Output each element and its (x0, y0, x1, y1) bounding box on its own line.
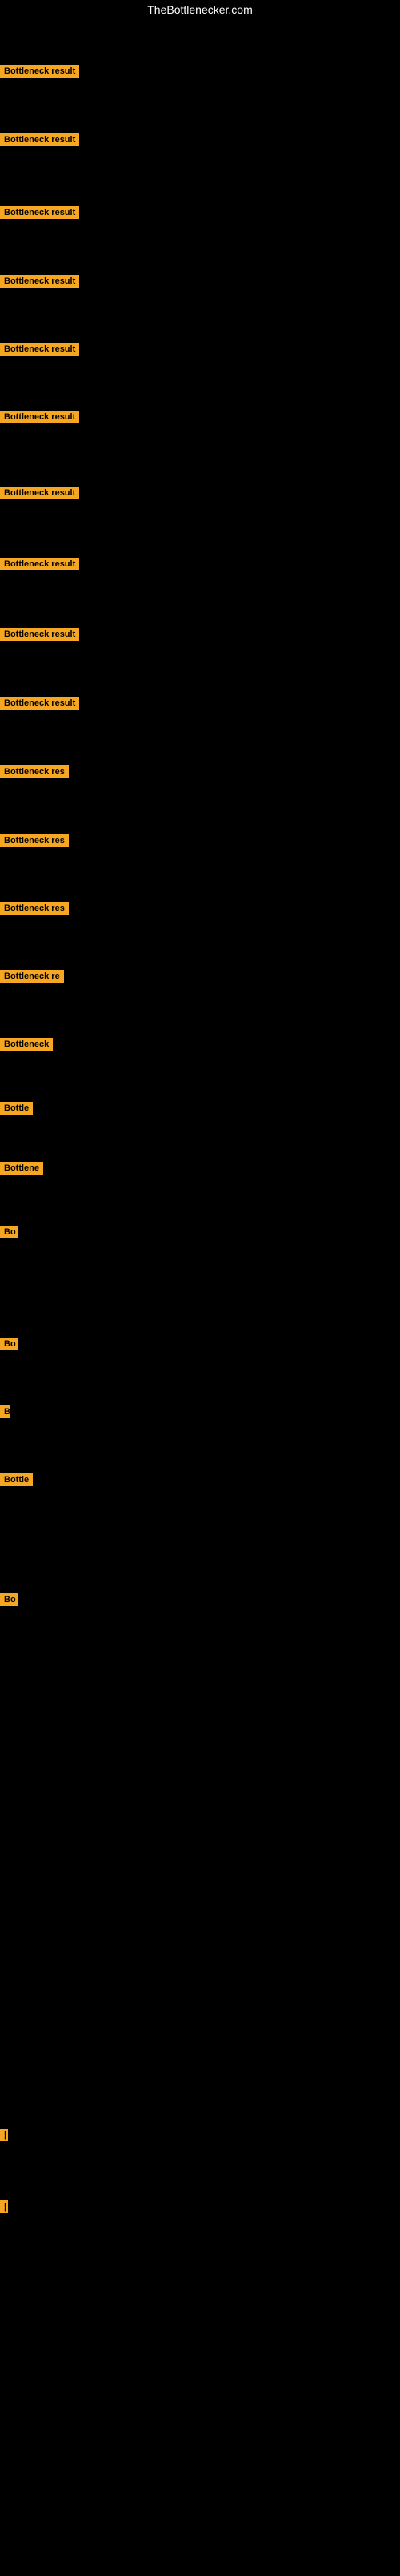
bottleneck-badge-9: Bottleneck result (0, 628, 79, 641)
bottleneck-badge-17: Bottlene (0, 1162, 43, 1175)
bottleneck-badge-19: Bo (0, 1338, 18, 1350)
bottleneck-badge-12: Bottleneck res (0, 834, 69, 847)
bottleneck-badge-2: Bottleneck result (0, 133, 79, 146)
bottleneck-badge-13: Bottleneck res (0, 902, 69, 915)
bottleneck-badge-7: Bottleneck result (0, 487, 79, 499)
bottleneck-badge-10: Bottleneck result (0, 697, 79, 710)
bottleneck-badge-8: Bottleneck result (0, 558, 79, 570)
bottleneck-badge-16: Bottle (0, 1102, 33, 1115)
bottleneck-badge-5: Bottleneck result (0, 343, 79, 356)
bottleneck-badge-3: Bottleneck result (0, 206, 79, 219)
bottleneck-badge-6: Bottleneck result (0, 411, 79, 423)
bottleneck-badge-1: Bottleneck result (0, 65, 79, 78)
bottleneck-badge-21: Bottle (0, 1473, 33, 1486)
site-title: TheBottlenecker.com (0, 0, 400, 19)
bottleneck-badge-22: Bo (0, 1593, 18, 1606)
bottleneck-badge-15: Bottleneck (0, 1038, 53, 1051)
bottleneck-badge-24: | (0, 2200, 8, 2213)
bottleneck-badge-11: Bottleneck res (0, 765, 69, 778)
bottleneck-badge-18: Bo (0, 1226, 18, 1238)
bottleneck-badge-20: B (0, 1405, 10, 1418)
bottleneck-badge-14: Bottleneck re (0, 970, 64, 983)
bottleneck-badge-23: | (0, 2129, 8, 2141)
bottleneck-badge-4: Bottleneck result (0, 275, 79, 288)
